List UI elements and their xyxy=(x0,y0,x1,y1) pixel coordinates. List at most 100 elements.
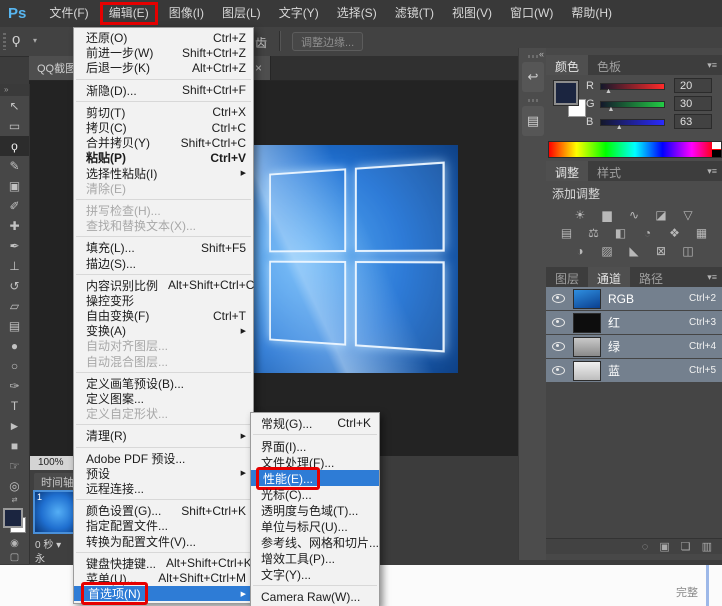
edit-menu-item[interactable]: 内容识别比例Alt+Shift+Ctrl+C xyxy=(74,278,253,293)
black-white-icon[interactable]: ◧ xyxy=(612,226,630,240)
edit-menu-item[interactable]: 指定配置文件... xyxy=(74,518,253,533)
vibrance-icon[interactable]: ▽ xyxy=(679,208,697,222)
channels-tab-图层[interactable]: 图层 xyxy=(546,267,588,287)
channels-tab-通道[interactable]: 通道 xyxy=(588,267,630,287)
refine-edge-button[interactable]: 调整边缘... xyxy=(292,32,363,51)
edit-menu-item[interactable]: 自由变换(F)Ctrl+T xyxy=(74,308,253,323)
menubar-item-image[interactable]: 图像(I) xyxy=(160,0,213,27)
preferences-item[interactable]: 增效工具(P)... xyxy=(251,550,379,566)
preferences-item[interactable]: Camera Raw(W)... xyxy=(251,589,379,605)
black-swatch[interactable] xyxy=(712,150,721,157)
crop-tool[interactable]: ▣ xyxy=(0,176,29,196)
shape-tool[interactable]: ■ xyxy=(0,436,29,456)
edit-menu-item[interactable]: 前进一步(W)Shift+Ctrl+Z xyxy=(74,45,253,60)
clone-stamp-tool[interactable]: ⊥ xyxy=(0,256,29,276)
edit-menu-item[interactable]: 颜色设置(G)...Shift+Ctrl+K xyxy=(74,503,253,518)
channels-tab-路径[interactable]: 路径 xyxy=(630,267,672,287)
exposure-icon[interactable]: ◪ xyxy=(652,208,670,222)
toolbar-collapse-icon[interactable]: » xyxy=(0,84,29,96)
g-value-field[interactable]: 30 xyxy=(674,96,712,111)
b-slider-track[interactable] xyxy=(600,119,665,126)
edit-menu-item[interactable]: 自动混合图层... xyxy=(74,354,253,369)
type-tool[interactable]: T xyxy=(0,396,29,416)
new-channel-icon[interactable]: ❏ xyxy=(681,540,691,553)
color-tab-颜色[interactable]: 颜色 xyxy=(546,55,588,75)
edit-menu-item[interactable]: 定义自定形状... xyxy=(74,406,253,421)
color-tab-色板[interactable]: 色板 xyxy=(588,55,630,75)
gradient-map-icon[interactable]: ◫ xyxy=(679,244,697,258)
menubar-item-select[interactable]: 选择(S) xyxy=(328,0,386,27)
edit-menu-item[interactable]: 预设▶ xyxy=(74,466,253,481)
menubar-item-file[interactable]: 文件(F) xyxy=(40,0,97,27)
gradient-tool[interactable]: ▤ xyxy=(0,316,29,336)
color-lookup-icon[interactable]: ▦ xyxy=(693,226,711,240)
preferences-item[interactable]: 性能(E)... xyxy=(251,470,379,486)
properties-panel-button[interactable]: ▤ xyxy=(522,106,544,136)
menubar-item-window[interactable]: 窗口(W) xyxy=(501,0,562,27)
path-selection-tool[interactable]: ► xyxy=(0,416,29,436)
foreground-color-swatch[interactable] xyxy=(554,81,578,105)
color-spectrum-ramp[interactable] xyxy=(548,141,722,158)
edit-menu-item[interactable]: 变换(A)▶ xyxy=(74,323,253,338)
edit-menu-item[interactable]: 清理(R)▶ xyxy=(74,428,253,443)
edit-menu-item[interactable]: 粘贴(P)Ctrl+V xyxy=(74,150,253,165)
delete-channel-icon[interactable]: ▥ xyxy=(702,540,712,553)
channel-row[interactable]: RGBCtrl+2 xyxy=(546,287,722,310)
edit-menu-item[interactable]: 后退一步(K)Alt+Ctrl+Z xyxy=(74,60,253,75)
zoom-level[interactable]: 100% xyxy=(38,457,64,468)
brush-tool[interactable]: ✒ xyxy=(0,236,29,256)
edit-menu-item[interactable]: 自动对齐图层... xyxy=(74,338,253,353)
preferences-item[interactable]: 透明度与色域(T)... xyxy=(251,502,379,518)
zoom-tool[interactable]: ◎ xyxy=(0,476,29,496)
hand-tool[interactable]: ☞ xyxy=(0,456,29,476)
edit-menu-item[interactable]: 查找和替换文本(X)... xyxy=(74,218,253,233)
swap-colors-icon[interactable]: ⇄ xyxy=(0,496,29,506)
edit-menu-item[interactable]: 键盘快捷键...Alt+Shift+Ctrl+K xyxy=(74,556,253,571)
curves-icon[interactable]: ∿ xyxy=(625,208,643,222)
hue-saturation-icon[interactable]: ▤ xyxy=(558,226,576,240)
b-slider-thumb[interactable]: ▲ xyxy=(616,124,623,131)
menubar-item-help[interactable]: 帮助(H) xyxy=(562,0,621,27)
visibility-eye-icon[interactable] xyxy=(552,342,565,351)
menubar-item-view[interactable]: 视图(V) xyxy=(443,0,501,27)
edit-menu-item[interactable]: 定义画笔预设(B)... xyxy=(74,376,253,391)
loop-option-fragment[interactable]: 永 xyxy=(35,550,45,565)
frame-delay-dropdown[interactable]: 0 秒 ▾ xyxy=(35,536,61,551)
panel-menu-icon[interactable]: ▾≡ xyxy=(707,267,722,287)
photo-filter-icon[interactable]: ◔ xyxy=(639,226,657,240)
healing-brush-tool[interactable]: ✚ xyxy=(0,216,29,236)
pen-tool[interactable]: ✑ xyxy=(0,376,29,396)
visibility-eye-icon[interactable] xyxy=(552,366,565,375)
edit-menu-item[interactable]: 操控变形 xyxy=(74,293,253,308)
preferences-item[interactable]: 界面(I)... xyxy=(251,438,379,454)
menubar-item-filter[interactable]: 滤镜(T) xyxy=(386,0,443,27)
expand-panels-icon[interactable]: « xyxy=(539,49,544,59)
history-panel-button[interactable]: ↩ xyxy=(522,62,544,92)
history-brush-tool[interactable]: ↺ xyxy=(0,276,29,296)
move-tool[interactable]: ↖ xyxy=(0,96,29,116)
background-scrollbar[interactable] xyxy=(706,565,709,606)
adjustments-tab-调整[interactable]: 调整 xyxy=(546,161,588,181)
edit-menu-item[interactable]: 还原(O)Ctrl+Z xyxy=(74,30,253,45)
load-channel-selection-icon[interactable]: ◌ xyxy=(642,541,649,553)
edit-menu-item[interactable]: 合并拷贝(Y)Shift+Ctrl+C xyxy=(74,135,253,150)
edit-menu-item[interactable]: 选择性粘贴(I)▶ xyxy=(74,166,253,181)
preferences-item[interactable]: 单位与标尺(U)... xyxy=(251,518,379,534)
screen-mode-button[interactable]: ▢ xyxy=(0,550,29,564)
menubar-item-edit[interactable]: 编辑(E) xyxy=(100,2,158,25)
preferences-item[interactable]: 常规(G)...Ctrl+K xyxy=(251,415,379,431)
g-slider-thumb[interactable]: ▲ xyxy=(608,106,615,113)
edit-menu-item[interactable]: 转换为配置文件(V)... xyxy=(74,533,253,548)
edit-menu-item[interactable]: 剪切(T)Ctrl+X xyxy=(74,105,253,120)
quick-selection-tool[interactable]: ✎ xyxy=(0,156,29,176)
visibility-eye-icon[interactable] xyxy=(552,294,565,303)
color-balance-icon[interactable]: ⚖ xyxy=(585,226,603,240)
menubar-item-layer[interactable]: 图层(L) xyxy=(213,0,270,27)
edit-menu-item[interactable]: 远程连接... xyxy=(74,481,253,496)
panel-menu-icon[interactable]: ▾≡ xyxy=(707,55,722,75)
edit-menu-item[interactable]: 清除(E) xyxy=(74,181,253,196)
r-value-field[interactable]: 20 xyxy=(674,78,712,93)
channel-row[interactable]: 红Ctrl+3 xyxy=(546,311,722,334)
save-selection-as-channel-icon[interactable]: ▣ xyxy=(659,540,669,553)
quick-mask-button[interactable]: ◉ xyxy=(0,536,29,550)
